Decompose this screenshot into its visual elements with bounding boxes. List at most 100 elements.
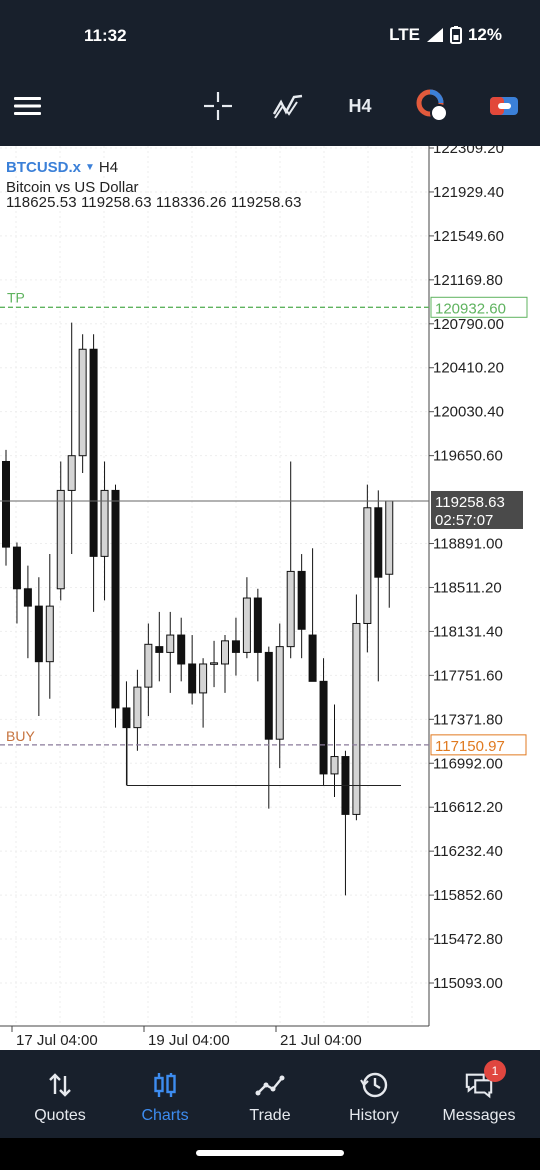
candle-body <box>210 662 219 665</box>
battery-icon <box>449 26 462 44</box>
nav-trade[interactable]: Trade <box>216 1050 324 1138</box>
y-tick-label: 118131.40 <box>433 623 503 640</box>
candle-body <box>308 634 317 682</box>
nav-label-trade: Trade <box>249 1107 291 1124</box>
chart-objects-icon <box>416 89 448 122</box>
candle-body <box>122 707 131 729</box>
y-tick-label: 117751.60 <box>433 667 503 684</box>
y-tick-label: 121929.40 <box>433 184 504 201</box>
symbol-caret-icon[interactable]: ▼ <box>85 162 95 173</box>
candle-body <box>297 570 306 630</box>
crosshair-button[interactable] <box>200 88 236 124</box>
y-tick-label: 115093.00 <box>433 975 503 992</box>
one-click-trading-icon <box>490 97 518 115</box>
candle-body <box>330 756 339 775</box>
chart-area[interactable]: 122309.20 121929.40 121549.60 121169.80 1207… <box>0 146 540 1050</box>
candle-body <box>242 597 251 653</box>
candle-body <box>188 663 197 694</box>
y-tick-label: 120790.00 <box>433 316 504 333</box>
candle-body <box>34 605 43 663</box>
y-tick-label: 121169.80 <box>433 272 503 289</box>
y-tick-label: 121549.60 <box>433 228 504 245</box>
candle-body <box>199 663 208 694</box>
candle-body <box>166 634 175 653</box>
y-tick-label: 122309.20 <box>433 146 504 157</box>
current-price-label: 119258.63 <box>435 494 505 511</box>
candle-body <box>177 634 186 665</box>
messages-badge: 1 <box>484 1060 506 1082</box>
timeframe-button[interactable]: H4 <box>340 88 380 124</box>
timeframe-label: H4 <box>348 95 372 116</box>
objects-button[interactable] <box>412 88 452 124</box>
candle-body <box>133 686 142 729</box>
trade-icon <box>255 1070 285 1100</box>
candle-body <box>231 640 240 653</box>
indicators-button[interactable] <box>270 88 306 124</box>
y-tick-label: 120030.40 <box>433 404 504 421</box>
candle-body <box>144 643 153 688</box>
candle-body <box>264 651 273 740</box>
candle-body <box>23 588 32 607</box>
chart-timeframe: H4 <box>98 159 119 176</box>
gesture-bar <box>0 1138 540 1170</box>
candle-body <box>319 680 328 775</box>
y-tick-label: 118511.20 <box>433 579 502 596</box>
candle-body <box>286 570 295 648</box>
network-label: LTE <box>389 25 420 44</box>
candle-body <box>221 640 229 665</box>
candle-body <box>275 646 284 740</box>
candle-body <box>253 597 262 653</box>
history-icon <box>359 1070 389 1100</box>
hamburger-icon <box>14 97 41 115</box>
y-tick-label: 119650.60 <box>433 448 503 465</box>
nav-charts[interactable]: Charts <box>111 1050 219 1138</box>
trading-toggle-button[interactable] <box>484 88 524 124</box>
quotes-icon <box>45 1070 75 1100</box>
candle-body <box>363 507 372 624</box>
y-tick-label: 118891.00 <box>433 536 503 553</box>
bar-countdown-label: 02:57:07 <box>435 512 493 529</box>
nav-label-history: History <box>349 1107 399 1124</box>
indicators-icon <box>272 94 303 119</box>
messages-icon: 1 <box>464 1060 506 1100</box>
nav-history[interactable]: History <box>320 1050 428 1138</box>
candle-body <box>56 489 65 590</box>
candle-body <box>45 605 54 663</box>
chart-symbol-header[interactable]: BTCUSD.x ▼ H4 <box>6 159 118 176</box>
chart-toolbar: H4 <box>0 66 540 146</box>
candle-body <box>67 455 76 491</box>
nav-label-charts: Charts <box>141 1107 189 1124</box>
ohlc-values: 118625.53 119258.63 118336.26 119258.63 <box>6 194 302 211</box>
battery-level: 12% <box>467 25 502 44</box>
candle-body <box>374 507 383 578</box>
nav-quotes[interactable]: Quotes <box>6 1050 114 1138</box>
candle-body <box>2 460 10 548</box>
candlestick-chart[interactable]: 122309.20 121929.40 121549.60 121169.80 1207… <box>0 146 540 1050</box>
y-tick-label: 115472.80 <box>433 931 503 948</box>
buy-label: BUY <box>6 728 35 744</box>
x-tick-label: 19 Jul 04:00 <box>148 1032 230 1049</box>
candle-body <box>385 500 394 575</box>
home-indicator[interactable] <box>196 1150 344 1156</box>
bottom-navigation: Quotes Charts Trade History 1 Messages <box>0 1050 540 1138</box>
nav-messages[interactable]: 1 Messages <box>425 1050 533 1138</box>
symbol-name[interactable]: BTCUSD.x <box>6 159 81 176</box>
candle-body <box>89 348 98 557</box>
status-indicators: LTE 12% <box>389 25 502 45</box>
crosshair-icon <box>204 92 232 120</box>
y-tick-label: 116232.40 <box>433 843 503 860</box>
candle-body <box>155 646 164 653</box>
signal-icon <box>426 28 443 42</box>
buy-price-label: 117150.97 <box>435 738 505 755</box>
menu-button[interactable] <box>12 88 44 124</box>
status-bar: 11:32 LTE 12% <box>0 0 540 66</box>
x-tick-label: 21 Jul 04:00 <box>280 1032 362 1049</box>
candle-body <box>100 489 109 557</box>
candle-body <box>78 348 87 457</box>
tp-price-label: 120932.60 <box>435 300 506 317</box>
nav-label-quotes: Quotes <box>34 1107 86 1124</box>
candle-body <box>12 546 21 590</box>
x-tick-label: 17 Jul 04:00 <box>16 1032 98 1049</box>
y-tick-label: 120410.20 <box>433 360 504 377</box>
y-tick-label: 117371.80 <box>433 711 503 728</box>
